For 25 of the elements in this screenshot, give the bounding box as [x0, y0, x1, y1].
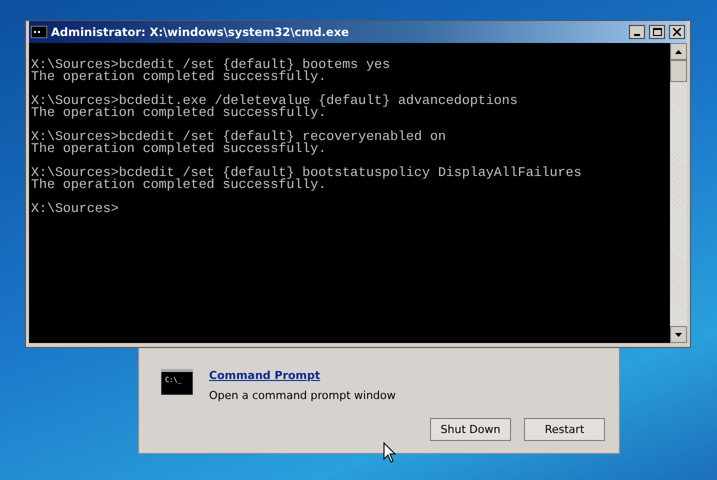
console-output: The operation completed successfully. — [31, 143, 326, 155]
console-icon — [31, 26, 47, 38]
shut-down-button[interactable]: Shut Down — [430, 418, 511, 441]
scroll-down-icon[interactable] — [670, 326, 687, 343]
restart-button[interactable]: Restart — [524, 418, 605, 441]
maximize-button[interactable] — [649, 25, 665, 39]
console-command: X:\Sources>bcdedit /set {default} bootems yes — [31, 59, 392, 71]
console-output: The operation completed successfully. — [31, 179, 326, 191]
console-command: X:\Sources>bcdedit /set {default} bootstatuspolicy DisplayAllFailures — [31, 167, 583, 179]
close-button[interactable] — [669, 25, 685, 39]
scroll-up-icon[interactable] — [670, 43, 687, 60]
maximize-icon — [652, 28, 662, 36]
console-output: The operation completed successfully. — [31, 107, 326, 119]
window-title: Administrator: X:\windows\system32\cmd.exe — [51, 25, 350, 39]
console-command: X:\Sources>bcdedit.exe /deletevalue {default} advancedoptions — [31, 95, 519, 107]
console-output: The operation completed successfully. — [31, 71, 328, 83]
option-description: Open a command prompt window — [209, 389, 396, 402]
command-prompt-link[interactable]: Command Prompt — [209, 369, 396, 382]
scroll-thumb[interactable] — [670, 60, 687, 82]
scrollbar[interactable] — [670, 43, 687, 343]
minimize-button[interactable] — [629, 25, 645, 39]
console-prompt: X:\Sources> — [31, 203, 120, 215]
console-command: X:\Sources>bcdedit /set {default} recoveryenabled on — [31, 131, 447, 143]
mouse-pointer-icon — [383, 442, 397, 464]
close-icon — [673, 28, 681, 36]
